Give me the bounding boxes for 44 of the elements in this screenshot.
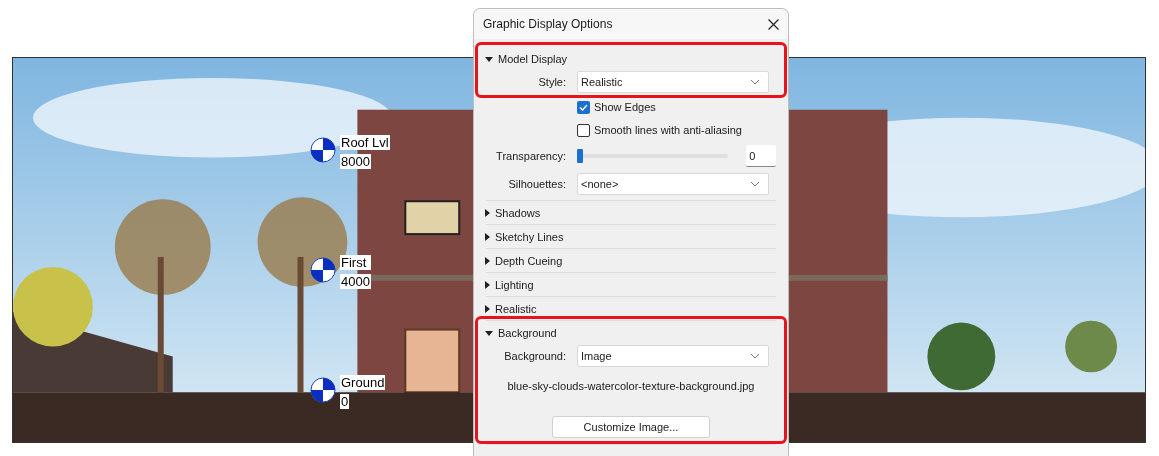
checkbox[interactable] <box>577 101 590 114</box>
section-header[interactable]: Background <box>498 324 557 342</box>
caret-right-icon[interactable] <box>485 281 490 289</box>
caret-right-icon[interactable] <box>485 305 490 313</box>
level-elevation: 8000 <box>340 154 371 169</box>
caret-down-icon[interactable] <box>485 330 493 336</box>
level-elevation: 0 <box>340 394 350 409</box>
dropdown-field[interactable]: Realistic <box>577 71 769 93</box>
customize-image-button[interactable]: Customize Image... <box>552 416 710 438</box>
caret-right-icon[interactable] <box>485 233 490 241</box>
field-label: Style: <box>537 74 566 90</box>
checkbox-label: Smooth lines with anti-aliasing <box>594 123 742 139</box>
section-header[interactable]: Shadows <box>495 204 541 222</box>
level-name: First <box>340 255 371 270</box>
slider-thumb[interactable] <box>577 149 583 163</box>
caret-right-icon[interactable] <box>485 209 490 217</box>
caret-down-icon[interactable] <box>485 56 493 62</box>
number-field[interactable]: 0 <box>746 145 776 167</box>
section-header[interactable]: Lighting <box>495 276 534 294</box>
checkbox-label: Show Edges <box>594 100 656 116</box>
window-title: Graphic Display Options <box>483 16 613 33</box>
level-name: Roof Lvl <box>340 135 390 150</box>
checkbox[interactable] <box>577 124 590 137</box>
slider[interactable] <box>577 149 729 163</box>
chevron-down-icon <box>750 79 760 85</box>
chevron-down-icon <box>750 181 760 187</box>
level-marker-icon <box>310 137 336 163</box>
dropdown-field[interactable]: <none> <box>577 173 769 195</box>
section-header[interactable]: Model Display <box>498 50 568 68</box>
chevron-down-icon <box>750 353 760 359</box>
caret-right-icon[interactable] <box>485 257 490 265</box>
level-name: Ground <box>340 375 386 390</box>
close-icon[interactable] <box>768 18 779 30</box>
level-elevation: 4000 <box>340 274 371 289</box>
field-label: Transparency: <box>495 148 566 164</box>
field-label: Silhouettes: <box>507 176 566 192</box>
field-label: Background: <box>503 348 566 364</box>
file-name: blue-sky-clouds-watercolor-texture-background.jpg <box>507 378 755 394</box>
level-marker-icon <box>310 257 336 283</box>
section-header[interactable]: Depth Cueing <box>495 252 563 270</box>
level-marker-icon <box>310 377 336 403</box>
dropdown-field[interactable]: Image <box>577 345 769 367</box>
section-header[interactable]: Sketchy Lines <box>495 228 564 246</box>
section-header[interactable]: Realistic <box>495 300 537 318</box>
